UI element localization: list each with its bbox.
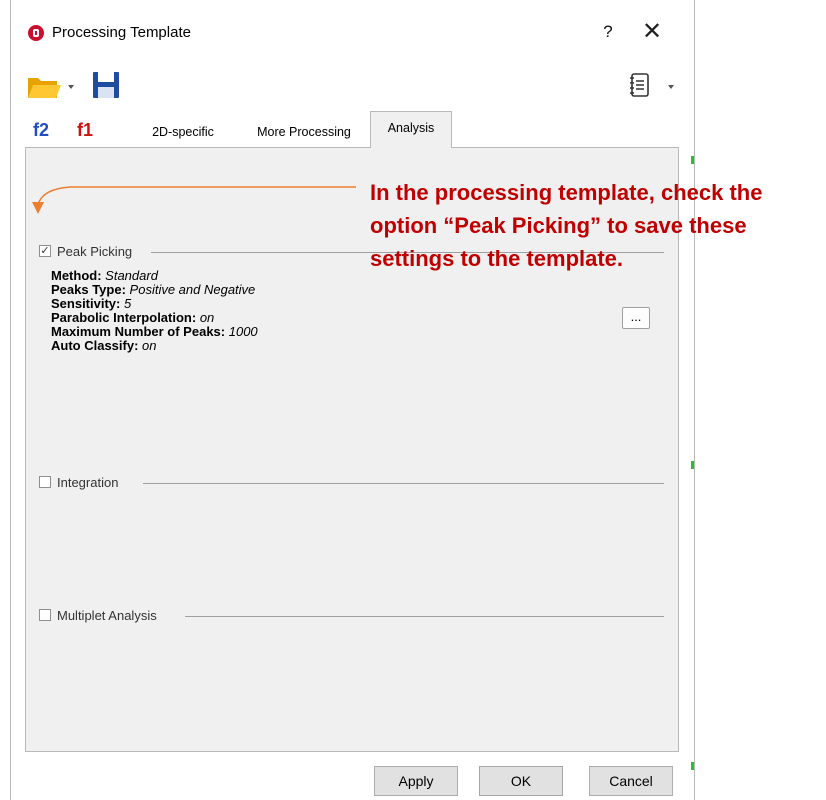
annotation-line: option “Peak Picking” to save these [370, 213, 747, 238]
annotation-callout: In the processing template, check the op… [370, 176, 822, 275]
tab-analysis[interactable]: Analysis [370, 111, 452, 148]
annotation-line: settings to the template. [370, 246, 624, 271]
annotation-line: In the processing template, check the [370, 180, 763, 205]
